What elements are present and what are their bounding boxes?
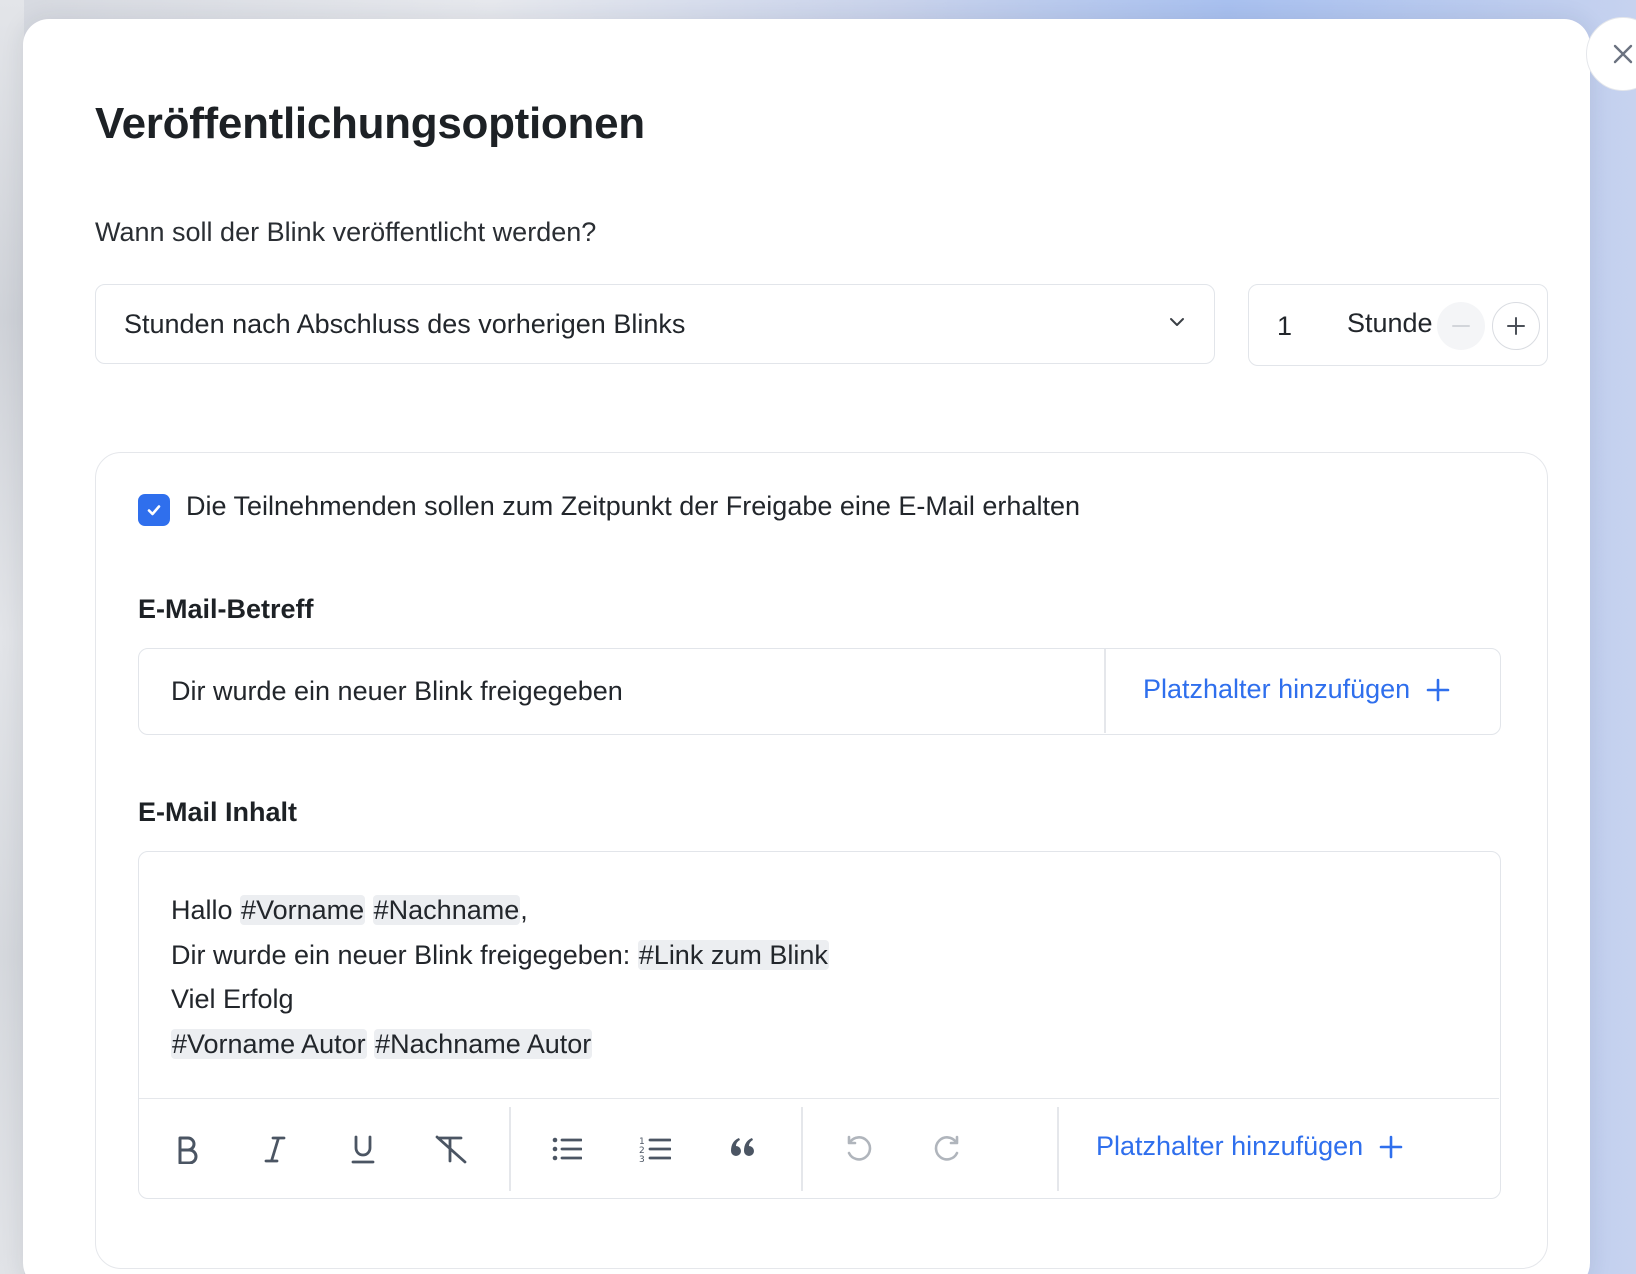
subject-add-placeholder-button[interactable]: Platzhalter hinzufügen xyxy=(1143,674,1450,705)
italic-button[interactable] xyxy=(255,1129,295,1169)
editor-add-placeholder-button[interactable]: Platzhalter hinzufügen xyxy=(1096,1131,1403,1162)
body-line-closing: Viel Erfolg xyxy=(171,984,294,1014)
placeholder-tag[interactable]: #Vorname xyxy=(240,895,366,925)
close-button[interactable] xyxy=(1586,17,1636,91)
quote-icon xyxy=(731,1138,754,1156)
underline-button[interactable] xyxy=(343,1129,383,1169)
bold-button[interactable] xyxy=(167,1129,207,1169)
clear-format-button[interactable] xyxy=(431,1129,471,1169)
minus-icon xyxy=(1452,325,1470,327)
toolbar-separator xyxy=(801,1107,803,1191)
body-line-signature: #Vorname Autor #Nachname Autor xyxy=(171,1022,829,1067)
hours-stepper[interactable]: 1 Stunde xyxy=(1248,284,1548,366)
email-content-label: E-Mail Inhalt xyxy=(138,797,298,827)
editor-toolbar: 1 2 3 Platzhalter hinzufügen xyxy=(139,1098,1499,1197)
placeholder-tag[interactable]: #Nachname xyxy=(372,895,521,925)
email-notify-label[interactable]: Die Teilnehmenden sollen zum Zeitpunkt d… xyxy=(186,491,1080,522)
increment-button[interactable] xyxy=(1492,302,1540,350)
checkmark-icon xyxy=(147,505,161,516)
svg-text:3: 3 xyxy=(639,1155,645,1164)
bold-icon xyxy=(178,1136,198,1164)
bullet-list-icon xyxy=(552,1137,582,1161)
plus-icon xyxy=(1507,317,1525,335)
numbered-list-button[interactable]: 1 2 3 xyxy=(635,1129,675,1169)
redo-icon xyxy=(934,1135,959,1161)
redo-button[interactable] xyxy=(927,1129,967,1169)
modal-title: Veröffentlichungsoptionen xyxy=(95,99,645,148)
bullet-list-button[interactable] xyxy=(547,1129,587,1169)
decrement-button[interactable] xyxy=(1437,302,1485,350)
italic-icon xyxy=(264,1136,286,1163)
hours-unit: Stunde xyxy=(1347,308,1433,338)
email-subject-input[interactable]: Dir wurde ein neuer Blink freigegeben xyxy=(171,676,623,707)
email-body-text[interactable]: Hallo #Vorname #Nachname, Dir wurde ein … xyxy=(171,888,829,1066)
publish-options-modal: Veröffentlichungsoptionen Wann soll der … xyxy=(23,17,1636,1274)
greeting-text: Hallo xyxy=(171,895,233,925)
toolbar-separator xyxy=(509,1107,511,1191)
numbered-list-icon: 1 2 3 xyxy=(639,1137,671,1164)
placeholder-tag[interactable]: #Link zum Blink xyxy=(637,939,829,970)
underline-icon xyxy=(351,1135,375,1164)
field-divider xyxy=(1104,649,1106,733)
publish-question: Wann soll der Blink veröffentlicht werde… xyxy=(95,217,597,247)
email-content-editor[interactable]: Hallo #Vorname #Nachname, Dir wurde ein … xyxy=(138,851,1501,1199)
undo-icon xyxy=(847,1135,872,1161)
body-line-link: Dir wurde ein neuer Blink freigegeben: #… xyxy=(171,933,829,978)
subject-add-placeholder-label: Platzhalter hinzufügen xyxy=(1143,674,1411,704)
toolbar-separator xyxy=(1057,1107,1059,1191)
publish-mode-value: Stunden nach Abschluss des vorherigen Bl… xyxy=(124,308,686,339)
placeholder-tag[interactable]: #Nachname Autor xyxy=(374,1028,593,1059)
undo-button[interactable] xyxy=(839,1129,879,1169)
plus-icon xyxy=(1379,1135,1403,1158)
quote-button[interactable] xyxy=(723,1129,763,1169)
email-subject-field[interactable]: Dir wurde ein neuer Blink freigegeben Pl… xyxy=(138,648,1501,735)
clear-format-icon xyxy=(435,1135,467,1164)
email-notify-checkbox[interactable] xyxy=(138,494,170,526)
email-settings-card: Die Teilnehmenden sollen zum Zeitpunkt d… xyxy=(95,452,1548,1269)
page-backdrop xyxy=(0,0,24,1274)
greeting-comma: , xyxy=(520,895,528,925)
plus-icon xyxy=(1426,678,1450,701)
publish-mode-select[interactable]: Stunden nach Abschluss des vorherigen Bl… xyxy=(95,284,1215,364)
editor-add-placeholder-label: Platzhalter hinzufügen xyxy=(1096,1131,1364,1161)
body-line-greeting: Hallo #Vorname #Nachname, xyxy=(171,888,829,933)
close-icon xyxy=(1613,44,1633,64)
hours-value[interactable]: 1 xyxy=(1277,311,1292,342)
chevron-down-icon xyxy=(1170,318,1184,326)
link-line-text: Dir wurde ein neuer Blink freigegeben: xyxy=(171,939,631,970)
placeholder-tag[interactable]: #Vorname Autor xyxy=(171,1028,367,1059)
email-subject-label: E-Mail-Betreff xyxy=(138,594,314,624)
